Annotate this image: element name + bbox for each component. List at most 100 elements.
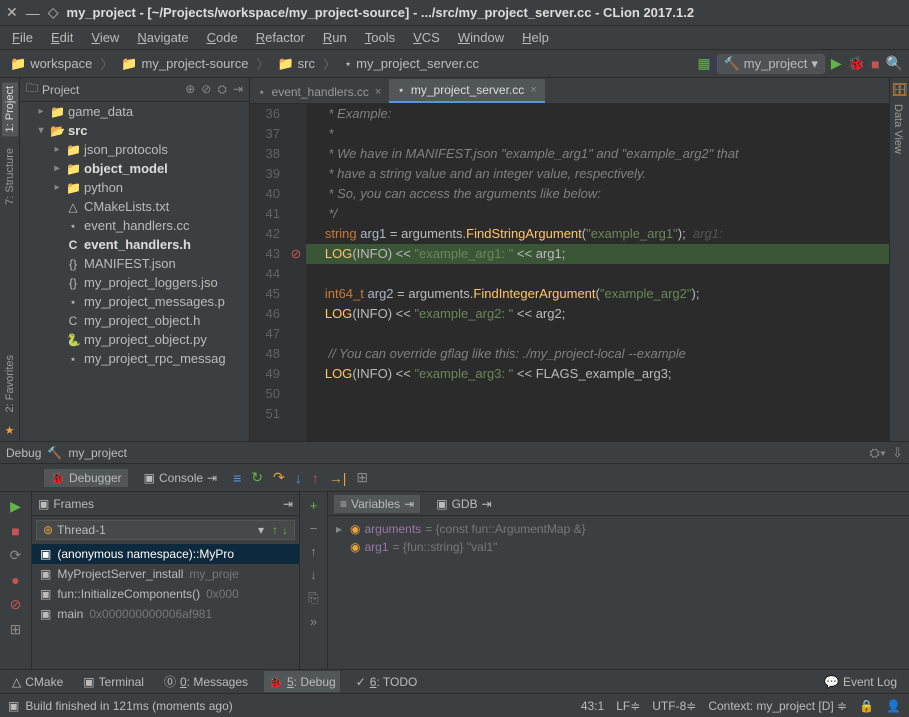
- menu-navigate[interactable]: Navigate: [129, 28, 196, 47]
- run-to-cursor-icon[interactable]: →|: [329, 470, 347, 486]
- menu-edit[interactable]: Edit: [43, 28, 81, 47]
- tree-item[interactable]: ▸📁json_protocols: [20, 140, 249, 159]
- debug-icon[interactable]: 🐞: [848, 55, 865, 72]
- tool-tab-dataview[interactable]: Data View: [890, 98, 906, 160]
- hide-icon[interactable]: ⇥: [233, 82, 243, 97]
- editor-tab[interactable]: ⋆my_project_server.cc×: [389, 79, 544, 103]
- up-icon[interactable]: ↑: [310, 544, 317, 559]
- gdb-tab[interactable]: ▣ GDB ⇥: [430, 495, 497, 513]
- view-breakpoints-icon[interactable]: ●: [11, 572, 19, 588]
- variable-row[interactable]: ▸◉ arguments = {const fun::ArgumentMap &…: [336, 520, 901, 538]
- variables-tab[interactable]: ≡ Variables ⇥: [334, 495, 420, 513]
- status-line-ending[interactable]: LF≑: [616, 699, 640, 713]
- db-icon[interactable]: 🗄: [890, 78, 909, 98]
- run-icon[interactable]: ▶: [831, 55, 842, 72]
- remove-watch-icon[interactable]: −: [310, 521, 318, 536]
- close-window-icon[interactable]: ✕: [6, 4, 18, 21]
- tree-item[interactable]: {}my_project_loggers.jso: [20, 273, 249, 292]
- tree-item[interactable]: Cmy_project_object.h: [20, 311, 249, 330]
- bottom-tab[interactable]: 🐞5: Debug: [264, 671, 340, 692]
- down-icon[interactable]: ↓: [310, 567, 317, 582]
- tree-item[interactable]: {}MANIFEST.json: [20, 254, 249, 273]
- stack-frame[interactable]: ▣MyProjectServer_installmy_proje: [32, 564, 299, 584]
- step-into-icon[interactable]: ↓: [295, 470, 302, 486]
- breadcrumb-item[interactable]: 📁src: [273, 54, 319, 74]
- menu-help[interactable]: Help: [514, 28, 557, 47]
- breadcrumb-item[interactable]: 📁workspace: [6, 54, 96, 74]
- pin-icon[interactable]: ⇩: [892, 445, 903, 461]
- editor-tab[interactable]: ⋆event_handlers.cc×: [250, 81, 389, 103]
- menu-code[interactable]: Code: [199, 28, 246, 47]
- search-icon[interactable]: 🔍: [886, 55, 903, 72]
- more-icon[interactable]: »: [310, 614, 317, 629]
- gear-icon[interactable]: ⛭▾: [869, 445, 886, 461]
- rerun-icon[interactable]: ▶: [10, 498, 21, 515]
- menu-tools[interactable]: Tools: [357, 28, 403, 47]
- bottom-tab[interactable]: △CMake: [8, 671, 67, 692]
- stack-frame[interactable]: ▣(anonymous namespace)::MyPro: [32, 544, 299, 564]
- tree-item[interactable]: △CMakeLists.txt: [20, 197, 249, 216]
- menu-run[interactable]: Run: [315, 28, 355, 47]
- frame-list[interactable]: ▣(anonymous namespace)::MyPro▣MyProjectS…: [32, 544, 299, 669]
- evaluate-icon[interactable]: ⊞: [356, 469, 368, 486]
- bottom-tab[interactable]: ⓪0: Messages: [160, 671, 252, 692]
- settings-debug-icon[interactable]: ⊞: [10, 621, 22, 638]
- code-area[interactable]: * Example: * * We have in MANIFEST.json …: [306, 104, 889, 441]
- tree-item[interactable]: ⋆my_project_rpc_messag: [20, 349, 249, 368]
- frames-pin-icon[interactable]: ⇥: [283, 497, 293, 511]
- project-tree[interactable]: ▸📁game_data▾📂src▸📁json_protocols▸📁object…: [20, 102, 249, 441]
- mute-breakpoints-icon[interactable]: ⊘: [10, 596, 22, 613]
- bottom-tab[interactable]: ✓6: TODO: [352, 671, 422, 692]
- status-position[interactable]: 43:1: [581, 699, 604, 713]
- maximize-window-icon[interactable]: ◇: [48, 4, 59, 21]
- step-over-icon[interactable]: ↷: [273, 469, 285, 486]
- tree-item[interactable]: 🐍my_project_object.py: [20, 330, 249, 349]
- tree-item[interactable]: ▸📁python: [20, 178, 249, 197]
- console-tab[interactable]: ▣ Console ⇥: [138, 469, 223, 487]
- variables-list[interactable]: ▸◉ arguments = {const fun::ArgumentMap &…: [328, 516, 909, 669]
- tree-item[interactable]: ⋆my_project_messages.p: [20, 292, 249, 311]
- stack-frame[interactable]: ▣fun::InitializeComponents()0x000: [32, 584, 299, 604]
- copy-icon[interactable]: ⎘: [308, 590, 318, 606]
- step-out-icon[interactable]: ↑: [312, 470, 319, 486]
- breadcrumb-item[interactable]: 📁my_project-source: [117, 54, 252, 74]
- threads-icon[interactable]: ≡: [233, 470, 241, 486]
- debugger-tab[interactable]: 🐞 Debugger: [44, 469, 128, 487]
- variable-row[interactable]: ◉ arg1 = {fun::string} "val1": [336, 538, 901, 556]
- menu-window[interactable]: Window: [450, 28, 512, 47]
- tool-tab-project[interactable]: 1: Project: [2, 82, 18, 136]
- tree-item[interactable]: Cevent_handlers.h: [20, 235, 249, 254]
- stop-debug-icon[interactable]: ■: [11, 523, 19, 539]
- settings-icon[interactable]: ⛭: [217, 82, 227, 97]
- hector-icon[interactable]: 👤: [886, 699, 901, 713]
- grid-icon[interactable]: ▦: [697, 55, 710, 72]
- close-tab-icon[interactable]: ×: [375, 86, 381, 98]
- stop-icon[interactable]: ■: [871, 56, 879, 72]
- bottom-tab[interactable]: ▣Terminal: [79, 671, 148, 692]
- prev-frame-icon[interactable]: ↑: [272, 523, 278, 537]
- menu-vcs[interactable]: VCS: [405, 28, 448, 47]
- collapse-icon[interactable]: ⊕: [185, 82, 195, 97]
- status-encoding[interactable]: UTF-8≑: [652, 699, 696, 713]
- menu-view[interactable]: View: [83, 28, 127, 47]
- editor-content[interactable]: 36373839404142434445464748495051 ⊘ * Exa…: [250, 104, 889, 441]
- tree-item[interactable]: ⋆event_handlers.cc: [20, 216, 249, 235]
- stack-frame[interactable]: ▣main0x000000000006af981: [32, 604, 299, 624]
- restore-layout-icon[interactable]: ⟳: [10, 547, 22, 564]
- minimize-window-icon[interactable]: —: [26, 5, 40, 21]
- close-tab-icon[interactable]: ×: [530, 84, 536, 96]
- resume-icon[interactable]: ↻: [251, 469, 263, 486]
- next-frame-icon[interactable]: ↓: [282, 523, 288, 537]
- add-watch-icon[interactable]: +: [310, 498, 318, 513]
- tool-tab-favorites[interactable]: 2: Favorites: [2, 351, 18, 416]
- target-icon[interactable]: ⊘: [201, 82, 211, 97]
- tool-tab-structure[interactable]: 7: Structure: [2, 144, 18, 209]
- menu-refactor[interactable]: Refactor: [248, 28, 313, 47]
- tree-item[interactable]: ▾📂src: [20, 121, 249, 140]
- menu-file[interactable]: File: [4, 28, 41, 47]
- tree-item[interactable]: ▸📁object_model: [20, 159, 249, 178]
- run-configuration-select[interactable]: 🔨 my_project ▾: [717, 54, 825, 74]
- tree-item[interactable]: ▸📁game_data: [20, 102, 249, 121]
- lock-icon[interactable]: 🔒: [859, 699, 874, 713]
- breadcrumb-item[interactable]: ⋆my_project_server.cc: [340, 54, 483, 74]
